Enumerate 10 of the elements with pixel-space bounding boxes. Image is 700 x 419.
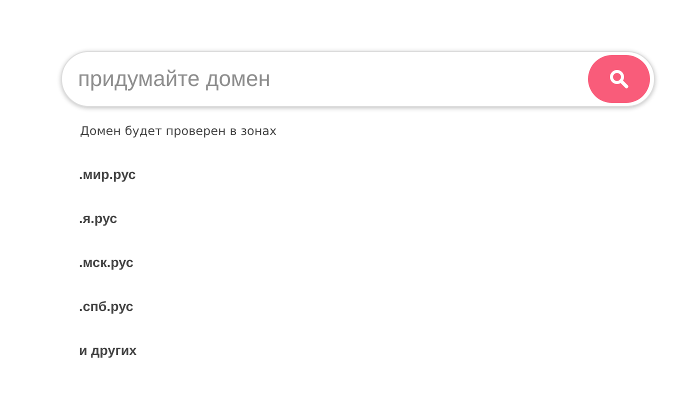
search-bar[interactable]: придумайте домен bbox=[61, 51, 655, 107]
search-field[interactable]: придумайте домен bbox=[76, 65, 588, 93]
domain-zone: .мир.рус bbox=[79, 166, 137, 184]
domain-zone: .я.рус bbox=[79, 210, 118, 228]
search-button[interactable] bbox=[588, 55, 650, 103]
domain-zone: .мск.рус bbox=[79, 254, 134, 272]
search-icon bbox=[609, 69, 629, 89]
zones-hint: Домен будет проверен в зонах bbox=[80, 124, 278, 138]
domain-zone: и других bbox=[79, 342, 138, 360]
domain-zone: .спб.рус bbox=[79, 298, 134, 316]
